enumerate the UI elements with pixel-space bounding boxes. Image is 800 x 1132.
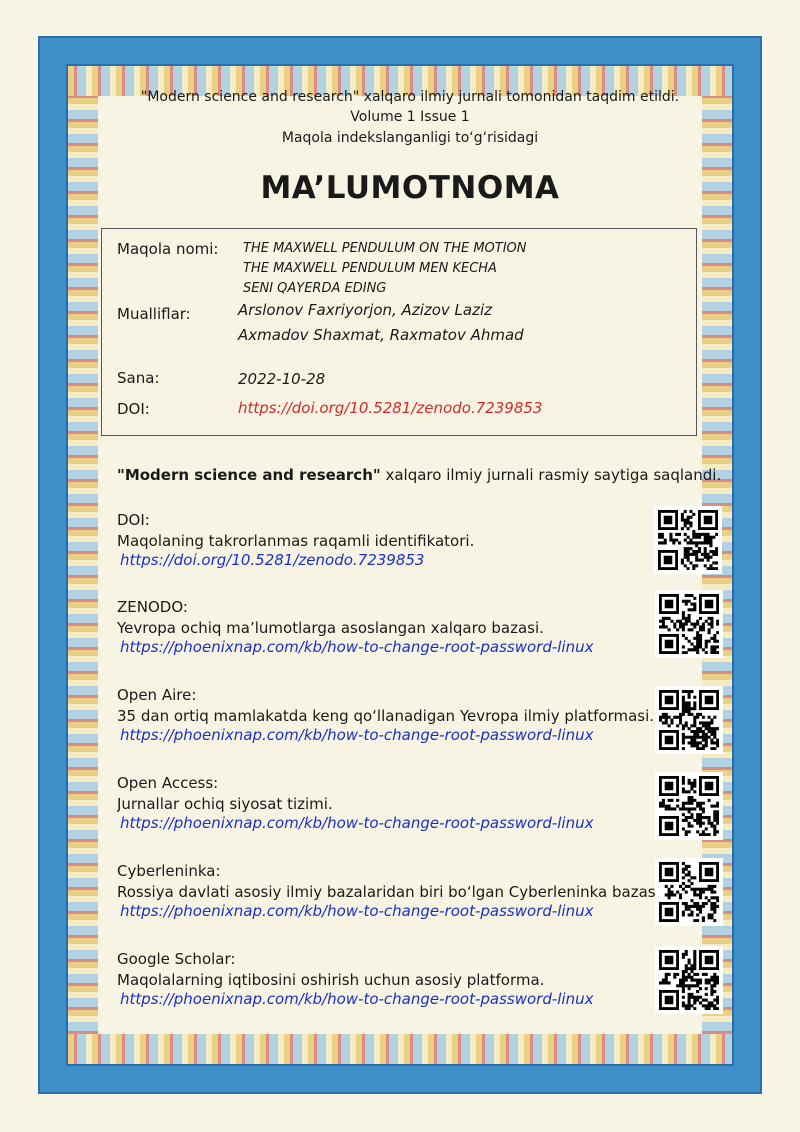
section-title: DOI: xyxy=(117,511,150,529)
section-link[interactable]: https://phoenixnap.com/kb/how-to-change-… xyxy=(120,902,593,920)
section-description: Yevropa ochiq ma’lumotlarga asoslangan x… xyxy=(117,619,544,637)
doi-label: DOI: xyxy=(117,400,150,418)
certificate-content: "Modern science and research" xalqaro il… xyxy=(0,0,800,1132)
section-title: Google Scholar: xyxy=(117,950,236,968)
section-title: Open Access: xyxy=(117,774,219,792)
qr-code-icon xyxy=(655,772,723,840)
doi-link[interactable]: https://doi.org/10.5281/zenodo.7239853 xyxy=(238,399,542,417)
qr-code-icon xyxy=(655,858,723,926)
authors-line: Arslonov Faxriyorjon, Azizov Laziz xyxy=(238,301,493,319)
section-title: Cyberleninka: xyxy=(117,862,221,880)
section-link[interactable]: https://doi.org/10.5281/zenodo.7239853 xyxy=(120,551,424,569)
saved-rest: xalqaro ilmiy jurnali rasmiy saytiga saq… xyxy=(380,466,722,484)
section-description: Maqolaning takrorlanmas raqamli identifi… xyxy=(117,532,475,550)
section-link[interactable]: https://phoenixnap.com/kb/how-to-change-… xyxy=(120,726,593,744)
authors-line: Axmadov Shaxmat, Raxmatov Ahmad xyxy=(238,326,524,344)
qr-code-icon xyxy=(655,946,723,1014)
section-description: Jurnallar ochiq siyosat tizimi. xyxy=(117,795,333,813)
section-title: ZENODO: xyxy=(117,598,188,616)
authors-label: Mualliflar: xyxy=(117,305,191,323)
section-description: Rossiya davlati asosiy ilmiy bazalaridan… xyxy=(117,883,655,901)
qr-code-icon xyxy=(655,686,723,754)
date-value: 2022-10-28 xyxy=(238,370,326,388)
qr-code-icon xyxy=(655,590,723,658)
qr-code-icon xyxy=(654,506,722,574)
section-link[interactable]: https://phoenixnap.com/kb/how-to-change-… xyxy=(120,814,593,832)
section-link[interactable]: https://phoenixnap.com/kb/how-to-change-… xyxy=(120,638,593,656)
page-title: MA’LUMOTNOMA xyxy=(260,170,560,206)
article-title-line: THE MAXWELL PENDULUM ON THE MOTION xyxy=(243,241,527,256)
section-description: Maqolalarning iqtibosini oshirish uchun … xyxy=(117,971,545,989)
article-title-line: THE MAXWELL PENDULUM MEN KECHA xyxy=(243,261,497,276)
header-journal-line: "Modern science and research" xalqaro il… xyxy=(140,89,680,105)
section-description: 35 dan ortiq mamlakatda keng qo‘llanadig… xyxy=(117,707,655,725)
section-link[interactable]: https://phoenixnap.com/kb/how-to-change-… xyxy=(120,990,593,1008)
date-label: Sana: xyxy=(117,369,160,387)
section-title: Open Aire: xyxy=(117,686,197,704)
article-title-label: Maqola nomi: xyxy=(117,240,219,258)
article-title-line: SENI QAYERDA EDING xyxy=(243,281,387,296)
saved-journal-name: "Modern science and research" xyxy=(117,466,381,484)
saved-statement: "Modern science and research" xalqaro il… xyxy=(117,466,721,484)
header-subtitle-line: Maqola indekslanganligi to‘g‘risidagi xyxy=(281,130,539,146)
header-volume-line: Volume 1 Issue 1 xyxy=(350,109,470,125)
